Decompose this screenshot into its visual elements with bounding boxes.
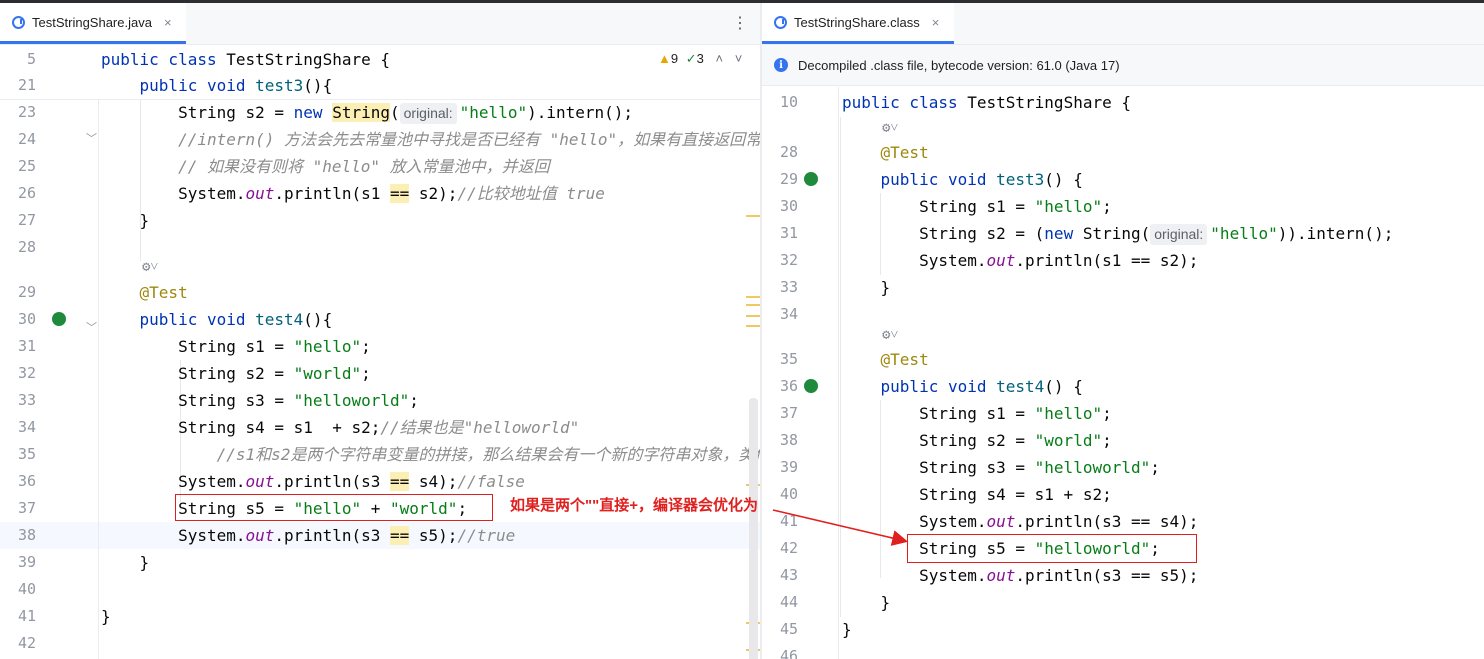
annotation-arrow	[772, 509, 909, 546]
